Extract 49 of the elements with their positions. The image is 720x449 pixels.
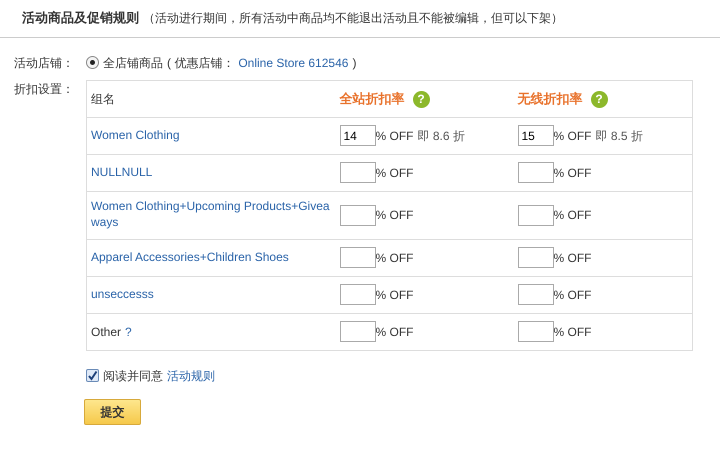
discount-input[interactable]: 15 <box>518 125 554 146</box>
unit-label: % OFF <box>376 324 414 340</box>
page-title: 活动商品及促销规则 <box>22 9 139 27</box>
group-link[interactable]: NULLNULL <box>91 164 332 180</box>
checkbox[interactable] <box>86 369 99 382</box>
discount-input[interactable] <box>340 321 376 342</box>
discount-input[interactable] <box>518 162 554 183</box>
discount-input[interactable] <box>340 162 376 183</box>
unit-label: % OFF <box>554 164 592 182</box>
group-link[interactable]: Women Clothing <box>91 128 332 144</box>
page-note: （活动进行期间，所有活动中商品均不能退出活动且不能被编辑，但可以下架） <box>143 10 563 27</box>
discount-note: 即 8.6 折 <box>418 128 465 144</box>
radio-button[interactable] <box>86 56 99 69</box>
group-name: Other <box>91 324 122 338</box>
discount-input[interactable]: 14 <box>340 125 376 146</box>
column-header: 全站折扣率 <box>340 90 404 106</box>
radio-label: 全店铺商品 <box>103 54 163 72</box>
unit-label: % OFF <box>554 207 592 224</box>
unit-label: % OFF <box>554 324 592 340</box>
discount-input[interactable] <box>518 284 554 305</box>
discount-note: 即 8.5 折 <box>596 128 643 144</box>
discount-input[interactable] <box>340 204 376 226</box>
unit-label: % OFF <box>554 286 592 304</box>
store-detail-label: ) <box>352 54 356 72</box>
discount-input[interactable] <box>518 321 554 342</box>
group-link[interactable]: Women Clothing+Upcoming Products+Giveaways <box>91 199 332 231</box>
unit-label: % OFF <box>554 250 592 266</box>
unit-label: % OFF <box>376 250 414 266</box>
unit-label: % OFF <box>376 128 414 144</box>
rules-link[interactable]: 活动规则 <box>167 366 215 384</box>
store-detail-label: ( 优惠店铺： <box>167 54 234 72</box>
unit-label: % OFF <box>376 207 414 224</box>
discount-input[interactable] <box>518 204 554 226</box>
group-link[interactable]: Apparel Accessories+Children Shoes <box>91 250 332 266</box>
unit-label: % OFF <box>376 286 414 304</box>
discount-input[interactable] <box>340 247 376 268</box>
column-header: 组名 <box>91 92 115 106</box>
column-header: 无线折扣率 <box>518 90 582 106</box>
unit-label: % OFF <box>376 164 414 182</box>
store-link[interactable]: Online Store 612546 <box>238 54 348 72</box>
discount-input[interactable] <box>340 284 376 305</box>
field-label: 活动店铺： <box>13 54 75 72</box>
checkbox-label: 阅读并同意 <box>103 368 163 384</box>
field-label: 折扣设置： <box>13 80 75 98</box>
discount-input[interactable] <box>518 247 554 268</box>
unit-label: % OFF <box>554 128 592 144</box>
help-link[interactable]: ? <box>125 324 132 338</box>
group-link[interactable]: unseccesss <box>91 286 332 302</box>
submit-button[interactable]: 提交 <box>84 398 141 424</box>
